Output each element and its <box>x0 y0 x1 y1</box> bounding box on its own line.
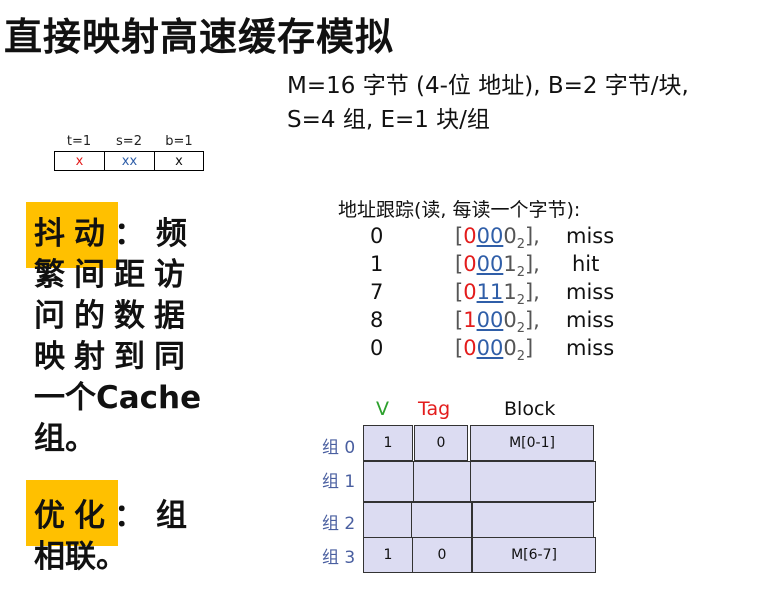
cell-block-0: M[0-1] <box>470 425 594 461</box>
opt-term: 优化 <box>34 498 114 534</box>
cell-block-1 <box>470 461 596 502</box>
trace-decimal: 7 <box>370 280 384 304</box>
opt-line-2: 相联。 <box>34 539 127 575</box>
trace-row: 8 [10002], miss <box>0 308 779 336</box>
set-bits: 00 <box>476 252 504 276</box>
offset-bits: 0 <box>503 224 517 248</box>
set-label-0: 组 0 <box>322 438 356 458</box>
thrash-line-5: 一个Cache <box>34 380 202 416</box>
slide-title: 直接映射高速缓存模拟 <box>4 15 395 59</box>
cell-valid-3: 1 <box>363 537 413 573</box>
set-label-3: 组 3 <box>322 548 356 568</box>
trace-result: hit <box>572 252 600 276</box>
cell-tag-0: 0 <box>414 425 468 461</box>
col-header-tag: Tag <box>418 398 451 420</box>
thrash-line-6: 组。 <box>34 421 96 457</box>
trace-binary: [00002] <box>455 336 534 365</box>
offset-bits: 0 <box>503 308 517 332</box>
trace-decimal: 0 <box>370 336 384 360</box>
trace-binary: [10002], <box>455 308 540 337</box>
trace-binary: [00012], <box>455 252 540 281</box>
trace-result: miss <box>566 308 615 332</box>
field-cell-s: xx <box>104 151 155 171</box>
trace-row: 1 [00012], hit <box>0 252 779 280</box>
field-cell-b: x <box>154 151 204 171</box>
trace-row: 0 [00002], miss <box>0 224 779 252</box>
cell-valid-0: 1 <box>363 425 413 461</box>
col-header-block: Block <box>504 398 556 420</box>
cell-block-3: M[6-7] <box>472 537 596 573</box>
trace-result: miss <box>566 224 615 248</box>
trace-decimal: 1 <box>370 252 384 276</box>
trace-result: miss <box>566 280 615 304</box>
trace-row: 7 [01112], miss <box>0 280 779 308</box>
cell-tag-3: 0 <box>412 537 472 573</box>
set-bits: 00 <box>476 308 504 332</box>
tag-bits: 0 <box>463 224 477 248</box>
trace-binary: [01112], <box>455 280 540 309</box>
tag-bits: 0 <box>463 280 477 304</box>
trace-binary: [00002], <box>455 224 540 253</box>
trace-header: 地址跟踪(读, 每读一个字节): <box>338 199 581 221</box>
cell-tag-1 <box>413 461 471 502</box>
offset-bits: 0 <box>503 336 517 360</box>
field-label-s: s=2 <box>116 134 142 149</box>
cell-valid-2 <box>363 502 412 538</box>
cell-tag-2 <box>411 502 472 538</box>
field-label-t: t=1 <box>66 134 92 149</box>
set-bits: 11 <box>476 280 504 304</box>
field-label-b: b=1 <box>165 134 193 149</box>
set-label-2: 组 2 <box>322 514 356 534</box>
trace-row: 0 [00002] miss <box>0 336 779 364</box>
opt-line-1: 组 <box>156 498 187 534</box>
set-bits: 00 <box>476 336 504 360</box>
trace-decimal: 8 <box>370 308 384 332</box>
trace-result: miss <box>566 336 615 360</box>
trace-decimal: 0 <box>370 224 384 248</box>
col-header-valid: V <box>376 398 389 420</box>
offset-bits: 1 <box>503 280 517 304</box>
field-cell-t: x <box>54 151 105 171</box>
opt-colon: ： <box>114 498 145 534</box>
set-label-1: 组 1 <box>322 472 356 492</box>
cache-params-line1: M=16 字节 (4-位 地址), B=2 字节/块, <box>287 73 689 99</box>
offset-bits: 1 <box>503 252 517 276</box>
cell-valid-1 <box>363 461 414 502</box>
tag-bits: 0 <box>463 336 477 360</box>
tag-bits: 1 <box>463 308 477 332</box>
set-bits: 00 <box>476 224 504 248</box>
cell-block-2 <box>472 502 594 538</box>
tag-bits: 0 <box>463 252 477 276</box>
cache-params-line2: S=4 组, E=1 块/组 <box>287 107 490 133</box>
